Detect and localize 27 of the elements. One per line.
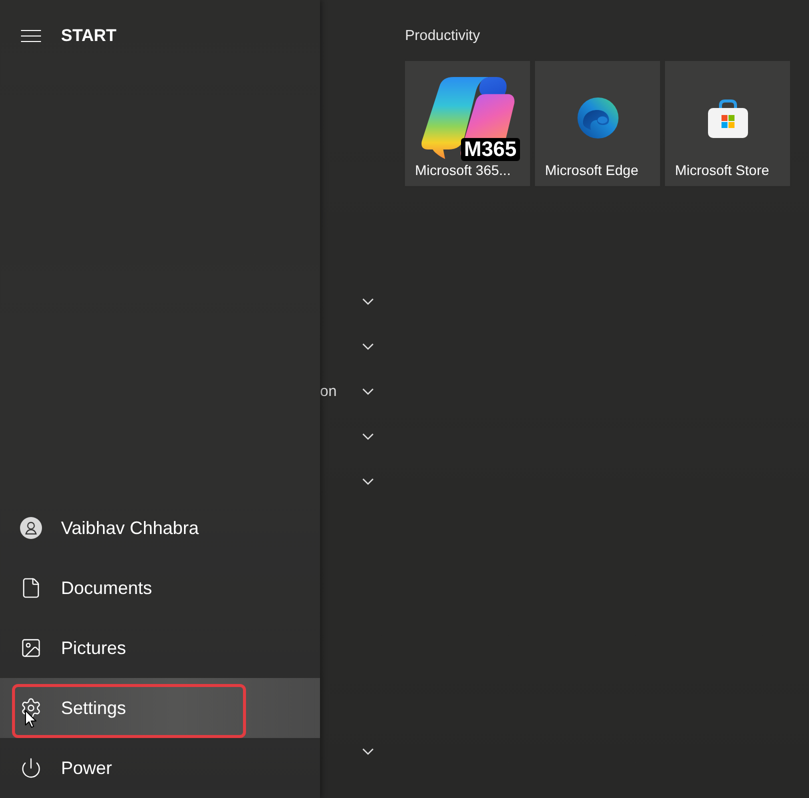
document-icon [20,577,42,599]
start-title: START [61,26,116,46]
settings-icon [20,697,42,719]
picture-icon [20,637,42,659]
chevron-down-icon[interactable] [362,388,374,395]
nav-item[interactable]: Vaibhav Chhabra [0,498,320,558]
nav-item[interactable]: Pictures [0,618,320,678]
logo-badge: M365 [460,138,520,160]
app-tile[interactable]: Microsoft Edge [535,61,660,186]
folder-label[interactable]: on [320,383,337,400]
cursor-icon [25,710,37,728]
store-bag-icon [706,96,748,138]
nav-item[interactable]: Documents [0,558,320,618]
edge-logo-icon [576,96,618,138]
power-icon [20,757,42,779]
chevron-down-icon[interactable] [362,343,374,350]
menu-icon[interactable] [21,30,41,42]
group-title: Productivity [405,27,480,45]
chevron-down-icon[interactable] [362,298,374,305]
nav-item[interactable]: Settings [0,678,320,738]
chevron-down-icon[interactable] [362,433,374,440]
chevron-down-icon[interactable] [362,748,374,755]
avatar-icon [20,516,42,540]
nav-item[interactable]: Power [0,738,320,798]
app-tile[interactable]: M365 Microsoft 365... [405,61,530,186]
app-tile[interactable]: Microsoft Store [665,61,790,186]
chevron-down-icon[interactable] [362,478,374,485]
